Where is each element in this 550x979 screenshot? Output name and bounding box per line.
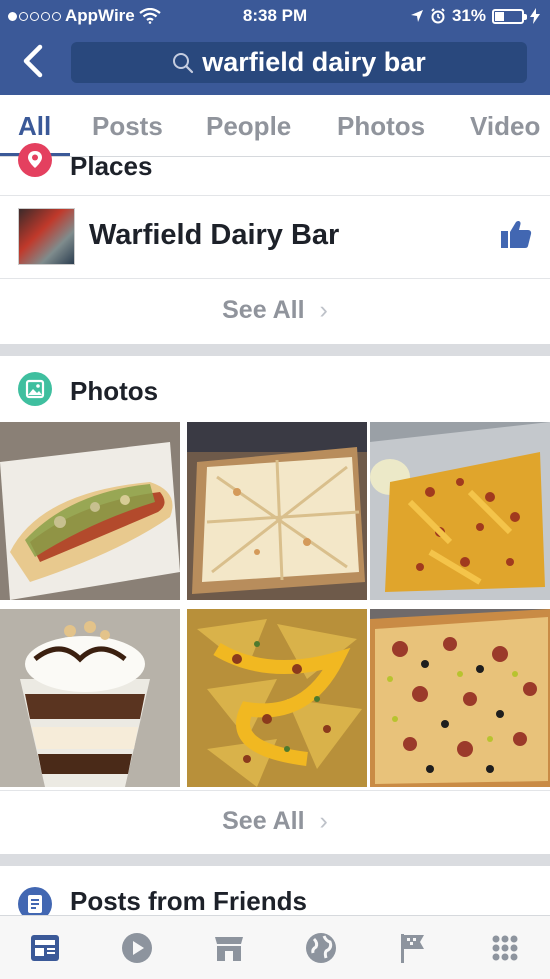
charging-bolt-icon	[530, 8, 540, 24]
divider	[0, 790, 550, 791]
tab-all[interactable]: All	[18, 111, 51, 142]
battery-percent: 31%	[451, 6, 486, 25]
pages-flag-icon[interactable]	[396, 931, 430, 965]
hot-dog-photo[interactable]	[0, 422, 180, 600]
places-header: Places	[0, 143, 550, 197]
loaded-fries-photo[interactable]	[370, 422, 550, 600]
place-name: Warfield Dairy Bar	[89, 219, 340, 251]
status-right: 31%	[410, 6, 540, 26]
tab-people[interactable]: People	[206, 111, 291, 142]
flatbread-pizza-photo[interactable]	[187, 422, 367, 600]
place-thumbnail	[18, 208, 75, 265]
battery-icon	[492, 8, 527, 24]
location-pin-icon	[18, 143, 52, 177]
tab-photos[interactable]: Photos	[337, 111, 425, 142]
nachos-photo[interactable]	[187, 609, 367, 787]
sundae-photo[interactable]	[0, 609, 180, 787]
divider	[0, 278, 550, 279]
search-filter-tabs: All Posts People Photos Video	[0, 95, 550, 157]
bottom-tab-bar	[0, 915, 550, 979]
like-thumbs-up-icon[interactable]	[500, 219, 532, 249]
see-all-label: See All	[222, 807, 305, 835]
search-query: warfield dairy bar	[202, 47, 426, 77]
location-arrow-icon	[410, 10, 423, 22]
status-bar: AppWire 8:38 PM 31%	[0, 0, 550, 32]
see-all-label: See All	[222, 296, 305, 324]
video-play-icon[interactable]	[120, 931, 154, 965]
search-field[interactable]: warfield dairy bar	[71, 42, 527, 83]
globe-notifications-icon[interactable]	[304, 931, 338, 965]
pizza-photo[interactable]	[370, 609, 550, 787]
top-nav-bar: AppWire 8:38 PM 31% warfield dairy bar	[0, 0, 550, 95]
posts-from-friends-title: Posts from Friends	[70, 886, 307, 916]
photos-title: Photos	[70, 376, 159, 406]
chevron-right-icon: ›	[319, 296, 328, 324]
posts-from-friends-section: Posts from Friends	[0, 866, 550, 921]
tab-video[interactable]: Video	[470, 111, 540, 142]
back-chevron-icon[interactable]	[18, 44, 48, 78]
places-see-all-link[interactable]: See All ›	[0, 296, 550, 325]
tab-posts[interactable]: Posts	[92, 111, 163, 142]
news-feed-icon[interactable]	[28, 931, 62, 965]
photo-grid	[0, 422, 550, 789]
marketplace-icon[interactable]	[212, 931, 246, 965]
search-icon	[173, 52, 194, 73]
menu-grid-icon[interactable]	[488, 931, 522, 965]
places-section: Places Warfield Dairy Bar See All ›	[0, 143, 550, 344]
alarm-icon	[431, 8, 445, 24]
chevron-right-icon: ›	[319, 807, 328, 835]
divider	[0, 195, 550, 196]
places-title: Places	[70, 151, 153, 181]
photos-section: Photos See All ›	[0, 356, 550, 854]
photos-see-all-link[interactable]: See All ›	[0, 807, 550, 836]
photo-gallery-icon	[18, 372, 52, 406]
